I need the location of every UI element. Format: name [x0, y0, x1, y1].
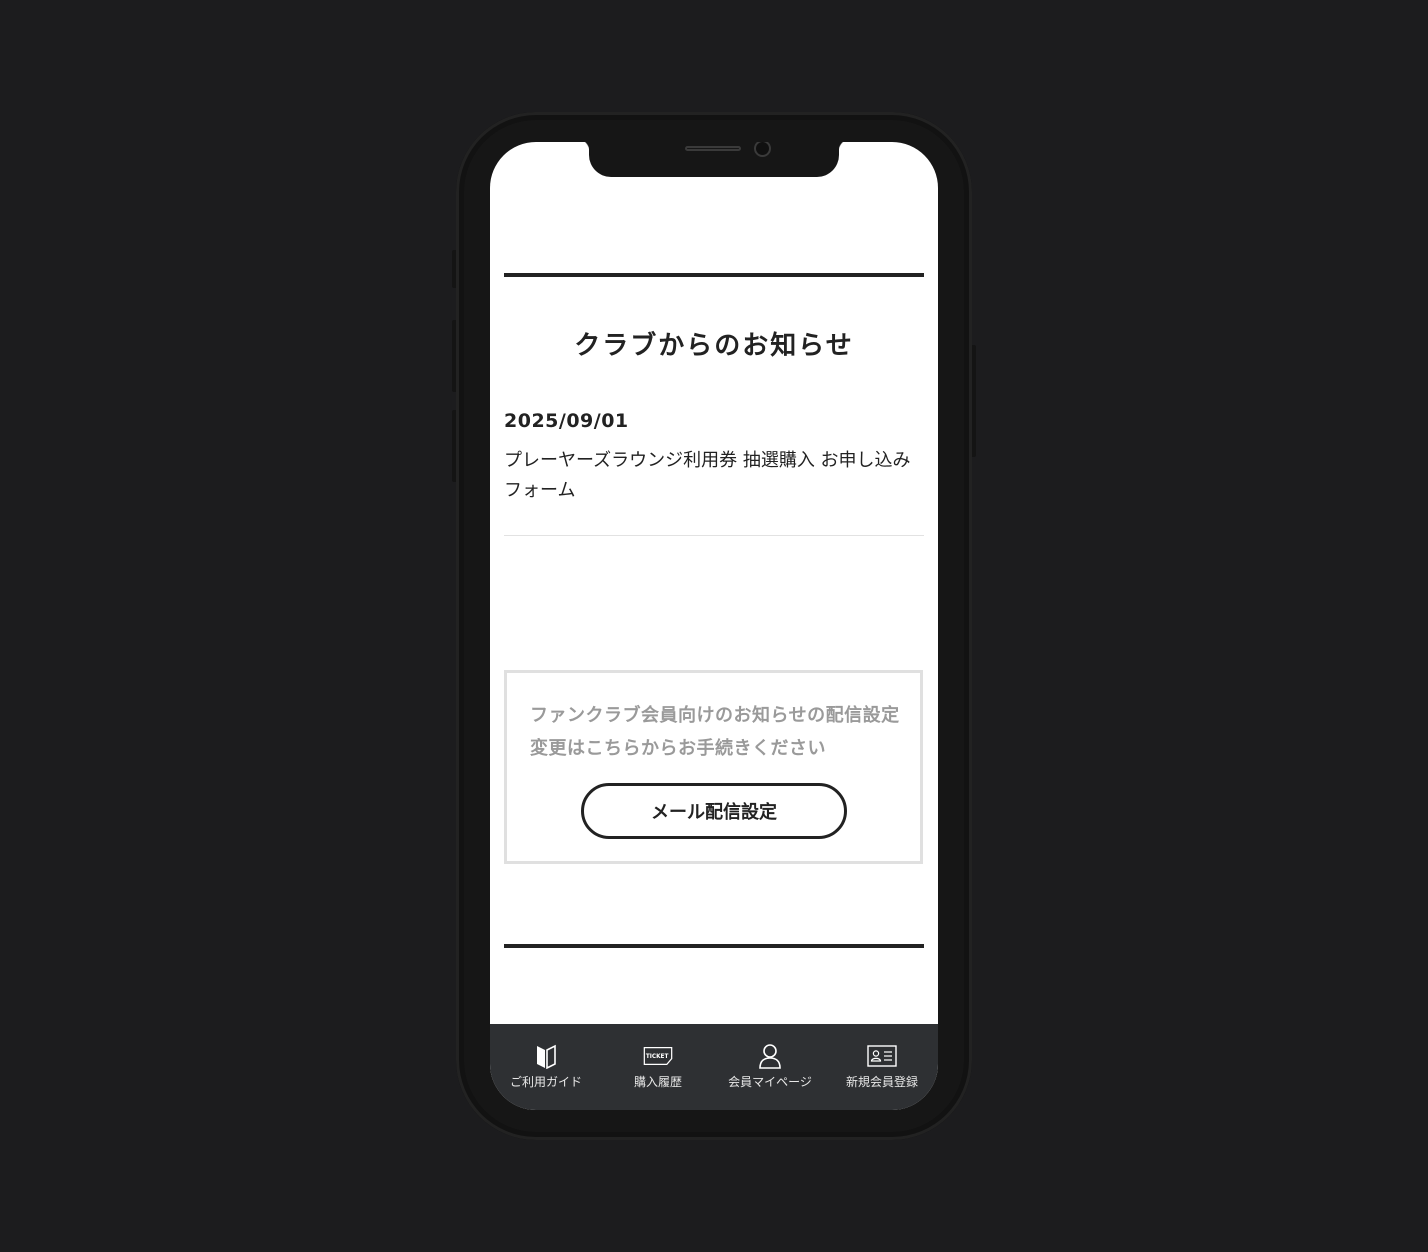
tab-new-member-registration[interactable]: 新規会員登録 — [826, 1024, 938, 1110]
svg-text:TICKET: TICKET — [646, 1054, 669, 1060]
stage: クラブからのお知らせ 2025/09/01 プレーヤーズラウンジ利用券 抽選購入… — [0, 0, 1428, 1252]
tab-guide[interactable]: ご利用ガイド — [490, 1024, 602, 1110]
notch — [576, 142, 852, 177]
tab-new-member-registration-label: 新規会員登録 — [845, 1075, 918, 1089]
phone-screen: クラブからのお知らせ 2025/09/01 プレーヤーズラウンジ利用券 抽選購入… — [490, 142, 938, 1110]
person-icon — [755, 1042, 785, 1070]
guide-book-icon — [531, 1042, 561, 1070]
tab-purchase-history[interactable]: TICKET 購入履歴 — [602, 1024, 714, 1110]
id-card-icon — [867, 1042, 897, 1070]
ticket-icon: TICKET — [643, 1042, 673, 1070]
top-divider — [504, 273, 924, 277]
mail-settings-box: ファンクラブ会員向けのお知らせの配信設定変更はこちらからお手続きください メール… — [504, 670, 923, 864]
mail-settings-description: ファンクラブ会員向けのお知らせの配信設定変更はこちらからお手続きください — [530, 705, 900, 759]
phone-frame: クラブからのお知らせ 2025/09/01 プレーヤーズラウンジ利用券 抽選購入… — [456, 112, 972, 1140]
mail-settings-button[interactable]: メール配信設定 — [581, 783, 847, 839]
news-item-link[interactable]: プレーヤーズラウンジ利用券 抽選購入 お申し込みフォーム — [504, 446, 924, 506]
bottom-divider — [504, 944, 924, 948]
tab-purchase-history-label: 購入履歴 — [633, 1075, 682, 1089]
tab-guide-label: ご利用ガイド — [509, 1075, 582, 1089]
news-item-divider — [504, 535, 924, 536]
front-camera — [754, 142, 771, 157]
speaker-grille — [685, 146, 741, 151]
section-title: クラブからのお知らせ — [574, 331, 854, 361]
bottom-tab-bar: ご利用ガイド TICKET 購入履歴 会員マイページ 新規会員登録 — [490, 1024, 938, 1110]
news-date: 2025/09/01 — [504, 410, 629, 432]
tab-member-mypage[interactable]: 会員マイページ — [714, 1024, 826, 1110]
tab-member-mypage-label: 会員マイページ — [728, 1075, 812, 1089]
